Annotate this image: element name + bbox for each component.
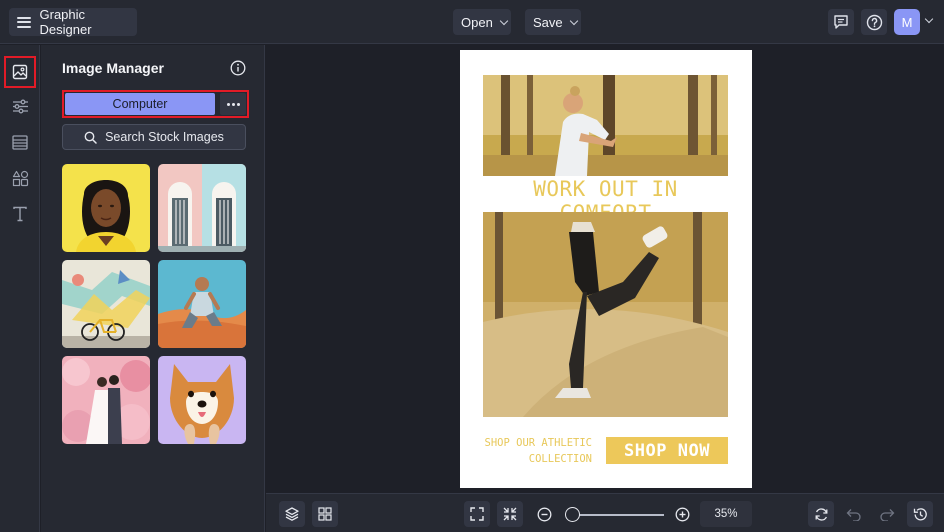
man-desert-image <box>158 260 246 348</box>
fitness-woman-bottom-image <box>483 212 728 417</box>
history-button[interactable] <box>907 501 933 527</box>
tool-rail <box>0 45 40 532</box>
image-manager-panel: Image Manager Computer Search Stock Imag… <box>41 45 265 532</box>
design-canvas-area: WORK OUT IN COMFORT SHOP OUR ATHLETIC CO… <box>266 45 944 493</box>
more-options-button[interactable] <box>220 93 246 115</box>
shiba-dog-image <box>158 356 246 444</box>
feedback-button[interactable] <box>828 9 854 35</box>
image-icon <box>12 64 28 80</box>
history-icon <box>913 507 927 520</box>
poster-canvas[interactable]: WORK OUT IN COMFORT SHOP OUR ATHLETIC CO… <box>460 50 752 488</box>
poster-shop-now-button[interactable]: SHOP NOW <box>606 437 728 464</box>
chevron-down-icon <box>569 16 578 25</box>
doorways-image <box>158 164 246 252</box>
poster-tagline[interactable]: SHOP OUR ATHLETIC COLLECTION <box>480 435 592 467</box>
background-icon <box>12 134 28 150</box>
thumbnail-doorways[interactable] <box>158 164 246 252</box>
thumbnail-woman-portrait[interactable] <box>62 164 150 252</box>
app-menu-button[interactable]: Graphic Designer <box>9 7 137 37</box>
help-button[interactable] <box>861 9 887 35</box>
rail-adjustments[interactable] <box>4 91 36 121</box>
user-avatar[interactable]: M <box>894 9 920 35</box>
image-source-group: Computer <box>62 90 249 118</box>
computer-upload-button[interactable]: Computer <box>65 93 215 115</box>
woman-portrait-image <box>62 164 150 252</box>
rail-background[interactable] <box>4 127 36 157</box>
rail-shapes[interactable] <box>4 163 36 193</box>
actual-size-button[interactable] <box>497 501 523 527</box>
layers-button[interactable] <box>279 501 305 527</box>
fit-to-screen-button[interactable] <box>464 501 490 527</box>
rail-image-manager[interactable] <box>4 56 36 88</box>
reset-button[interactable] <box>808 501 834 527</box>
save-label: Save <box>533 14 563 30</box>
layers-icon <box>285 507 299 521</box>
poster-tagline-line1: SHOP OUR ATHLETIC <box>484 437 592 449</box>
open-button[interactable]: Open <box>453 9 511 35</box>
search-icon <box>84 131 97 144</box>
help-icon <box>866 14 882 30</box>
thumbnail-man-desert[interactable] <box>158 260 246 348</box>
redo-button[interactable] <box>874 501 900 527</box>
panel-title: Image Manager <box>62 60 164 76</box>
chevron-down-icon <box>499 16 509 25</box>
poster-bottom-photo[interactable] <box>483 212 728 417</box>
zoom-out-button[interactable] <box>531 501 557 527</box>
search-stock-images-button[interactable]: Search Stock Images <box>62 124 246 150</box>
wedding-couple-image <box>62 356 150 444</box>
info-icon[interactable] <box>230 60 246 76</box>
zoom-out-icon <box>537 507 551 521</box>
expand-icon <box>470 507 484 521</box>
rail-text[interactable] <box>4 199 36 229</box>
bicycle-mural-image <box>62 260 150 348</box>
undo-icon <box>846 508 861 521</box>
search-stock-label: Search Stock Images <box>105 130 224 144</box>
open-label: Open <box>461 14 493 30</box>
poster-tagline-line2: COLLECTION <box>528 453 592 465</box>
zoom-slider-track[interactable] <box>566 514 664 516</box>
zoom-slider-handle[interactable] <box>564 507 580 522</box>
app-title: Graphic Designer <box>39 7 92 37</box>
thumbnail-bicycle-mural[interactable] <box>62 260 150 348</box>
text-icon <box>13 206 27 222</box>
hamburger-icon <box>17 16 31 28</box>
thumbnail-wedding-couple[interactable] <box>62 356 150 444</box>
fitness-woman-top-image <box>483 75 728 176</box>
grid-icon <box>318 507 332 521</box>
thumbnail-shiba-dog[interactable] <box>158 356 246 444</box>
grid-view-button[interactable] <box>312 501 338 527</box>
shapes-icon <box>12 170 28 186</box>
bottom-toolbar: 35% <box>266 493 944 532</box>
undo-button[interactable] <box>841 501 867 527</box>
zoom-in-button[interactable] <box>669 501 695 527</box>
sliders-icon <box>12 99 28 113</box>
collapse-icon <box>503 507 517 521</box>
comment-icon <box>834 15 848 29</box>
top-bar: Graphic Designer Open Save M <box>0 0 944 44</box>
save-button[interactable]: Save <box>525 9 581 35</box>
poster-top-photo[interactable] <box>483 75 728 176</box>
refresh-icon <box>815 507 827 521</box>
zoom-in-icon <box>675 507 689 521</box>
account-chevron-down-icon[interactable] <box>924 14 934 24</box>
zoom-level[interactable]: 35% <box>700 501 752 527</box>
redo-icon <box>880 508 895 521</box>
